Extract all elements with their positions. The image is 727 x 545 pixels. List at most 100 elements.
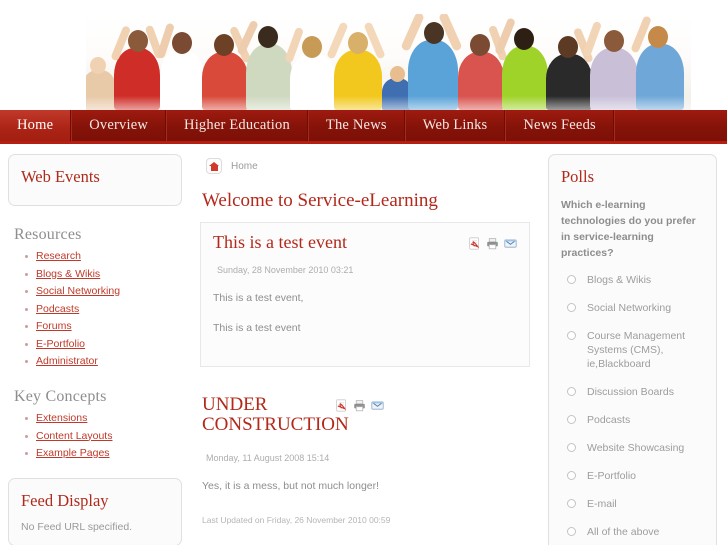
nav-label: Web Links	[422, 117, 488, 133]
module-title-web-events: Web Events	[21, 167, 100, 186]
article-date: Monday, 11 August 2008 15:14	[206, 452, 330, 463]
poll-option-e-portfolio[interactable]: E-Portfolio	[567, 469, 704, 483]
radio-button[interactable]	[567, 471, 576, 480]
house-glyph	[209, 161, 219, 171]
link-forums[interactable]: Forums	[36, 320, 72, 332]
crowd-photo-illustration	[86, 14, 691, 110]
article-paragraph: Yes, it is a mess, but not much longer!	[202, 479, 380, 492]
article-test-event: This is a test event Sunday, 28 November…	[200, 222, 530, 367]
right-sidebar: Polls Which e-learning technologies do y…	[540, 154, 727, 545]
radio-button[interactable]	[567, 443, 576, 452]
link-example-pages[interactable]: Example Pages	[36, 447, 110, 459]
radio-button[interactable]	[567, 415, 576, 424]
radio-button[interactable]	[567, 275, 576, 284]
poll-question: Which e-learning technologies do you pre…	[561, 199, 696, 259]
article-paragraph: This is a test event	[213, 321, 301, 334]
nav-item-news-feeds[interactable]: News Feeds	[505, 110, 614, 141]
nav-item-higher-education[interactable]: Higher Education	[166, 110, 308, 141]
breadcrumb: Home	[200, 154, 530, 176]
article-under-construction: UNDER CONSTRUCTION Monday, 11 August 200…	[200, 385, 530, 531]
radio-button[interactable]	[567, 387, 576, 396]
link-administrator[interactable]: Administrator	[36, 355, 98, 367]
radio-button[interactable]	[567, 499, 576, 508]
link-content-layouts[interactable]: Content Layouts	[36, 430, 112, 442]
radio-button[interactable]	[567, 527, 576, 536]
list-item: Blogs & Wikis	[25, 268, 182, 281]
module-title-feed-display: Feed Display	[21, 491, 109, 510]
poll-option-label: Website Showcasing	[587, 442, 685, 454]
poll-option-discussion-boards[interactable]: Discussion Boards	[567, 385, 704, 399]
module-feed-display: Feed Display No Feed URL specified.	[8, 478, 182, 545]
section-title-resources: Resources	[14, 226, 82, 243]
module-polls: Polls Which e-learning technologies do y…	[548, 154, 717, 545]
print-icon[interactable]	[353, 399, 366, 412]
site-header-banner	[0, 0, 727, 110]
poll-option-label: Social Networking	[587, 302, 672, 314]
key-concepts-link-list: Extensions Content Layouts Example Pages	[14, 412, 182, 460]
email-icon[interactable]	[504, 237, 517, 250]
resources-link-list: Research Blogs & Wikis Social Networking…	[14, 250, 182, 368]
main-navigation: Home Overview Higher Education The News …	[0, 110, 727, 144]
pdf-icon[interactable]	[468, 237, 481, 250]
list-item: Social Networking	[25, 285, 182, 298]
nav-label: Overview	[89, 117, 149, 133]
poll-option-label: Course Management Systems (CMS), ie,Blac…	[587, 330, 686, 370]
header-photo	[86, 14, 691, 110]
article-paragraph: This is a test event,	[213, 291, 304, 304]
section-key-concepts: Key Concepts Extensions Content Layouts …	[8, 388, 182, 460]
nav-label: News Feeds	[523, 117, 596, 133]
nav-item-web-links[interactable]: Web Links	[404, 110, 506, 141]
link-e-portfolio[interactable]: E-Portfolio	[36, 338, 85, 350]
poll-option-podcasts[interactable]: Podcasts	[567, 413, 704, 427]
article-tools	[468, 233, 517, 250]
link-extensions[interactable]: Extensions	[36, 412, 87, 424]
list-item: Forums	[25, 320, 182, 333]
module-title-polls: Polls	[561, 167, 595, 186]
poll-option-label: Discussion Boards	[587, 386, 674, 398]
nav-label: Higher Education	[184, 117, 290, 133]
poll-option-cms[interactable]: Course Management Systems (CMS), ie,Blac…	[567, 329, 704, 371]
print-icon[interactable]	[486, 237, 499, 250]
radio-button[interactable]	[567, 303, 576, 312]
section-resources: Resources Research Blogs & Wikis Social …	[8, 226, 182, 368]
article-last-updated: Last Updated on Friday, 26 November 2010…	[202, 514, 391, 525]
radio-button[interactable]	[567, 331, 576, 340]
page-root: Home Overview Higher Education The News …	[0, 0, 727, 545]
poll-option-blogs-wikis[interactable]: Blogs & Wikis	[567, 273, 704, 287]
article-title: UNDER CONSTRUCTION	[202, 394, 349, 435]
poll-option-label: E-mail	[587, 498, 617, 510]
main-content: Home Welcome to Service-eLearning This i…	[190, 154, 540, 531]
list-item: Extensions	[25, 412, 182, 425]
nav-item-home[interactable]: Home	[0, 110, 72, 141]
nav-label: The News	[325, 117, 387, 133]
list-item: Content Layouts	[25, 430, 182, 443]
breadcrumb-label: Home	[231, 160, 258, 172]
nav-label: Home	[17, 117, 54, 133]
poll-option-label: Podcasts	[587, 414, 631, 426]
email-icon[interactable]	[371, 399, 384, 412]
nav-filler	[613, 110, 727, 141]
article-tools	[335, 395, 384, 412]
list-item: E-Portfolio	[25, 338, 182, 351]
link-podcasts[interactable]: Podcasts	[36, 303, 79, 315]
article-header: UNDER CONSTRUCTION	[202, 395, 528, 435]
poll-option-label: Blogs & Wikis	[587, 274, 652, 286]
list-item: Example Pages	[25, 447, 182, 460]
article-title: This is a test event	[213, 232, 347, 252]
article-date: Sunday, 28 November 2010 03:21	[217, 264, 354, 275]
nav-item-the-news[interactable]: The News	[307, 110, 405, 141]
link-social-networking[interactable]: Social Networking	[36, 285, 120, 297]
poll-option-social-networking[interactable]: Social Networking	[567, 301, 704, 315]
poll-option-label: E-Portfolio	[587, 470, 637, 482]
poll-option-email[interactable]: E-mail	[567, 497, 704, 511]
article-header: This is a test event	[213, 233, 517, 252]
poll-option-website-showcasing[interactable]: Website Showcasing	[567, 441, 704, 455]
section-title-key-concepts: Key Concepts	[14, 388, 107, 405]
link-research[interactable]: Research	[36, 250, 81, 262]
link-blogs-wikis[interactable]: Blogs & Wikis	[36, 268, 100, 280]
home-icon[interactable]	[206, 158, 222, 174]
pdf-icon[interactable]	[335, 399, 348, 412]
page-columns: Web Events Resources Research Blogs & Wi…	[0, 144, 727, 545]
nav-item-overview[interactable]: Overview	[71, 110, 167, 141]
poll-option-all-of-the-above[interactable]: All of the above	[567, 525, 704, 539]
